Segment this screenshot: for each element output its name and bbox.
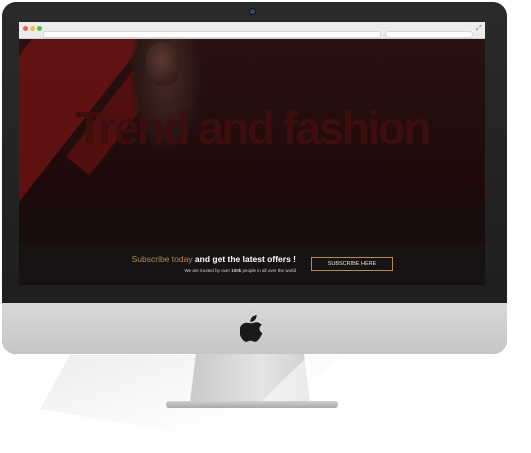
screen: ⤢ Trend and fashion Subscribe today and … [19,22,485,285]
fullscreen-icon[interactable]: ⤢ [476,25,482,33]
subscribe-bar: Subscribe today and get the latest offer… [19,244,485,282]
subscribe-title: Subscribe today and get the latest offer… [19,254,296,264]
address-bar[interactable] [43,31,381,38]
subscribe-button[interactable]: SUBSCRIBE HERE [311,257,393,271]
trust-suffix: people in all over the world [241,268,296,273]
model-head [145,42,181,86]
trust-prefix: We are trusted by over [184,268,232,273]
maximize-dot-icon[interactable] [37,26,42,31]
subscribe-title-text: and get the latest offers ! [192,254,296,264]
trust-count: 100k [231,268,242,273]
close-dot-icon[interactable] [23,26,28,31]
subscribe-accent-text: Subscribe today [131,254,193,264]
camera-icon [250,9,255,14]
hero-section: Trend and fashion Subscribe today and ge… [19,39,485,285]
subscribe-trust-text: We are trusted by over 100k people in al… [19,268,297,273]
browser-search-field[interactable] [385,31,473,38]
apple-logo-icon [240,315,263,342]
browser-toolbar: ⤢ [19,22,485,39]
minimize-dot-icon[interactable] [30,26,35,31]
hero-headline: Trend and fashion [75,102,431,154]
monitor-base [166,401,338,408]
